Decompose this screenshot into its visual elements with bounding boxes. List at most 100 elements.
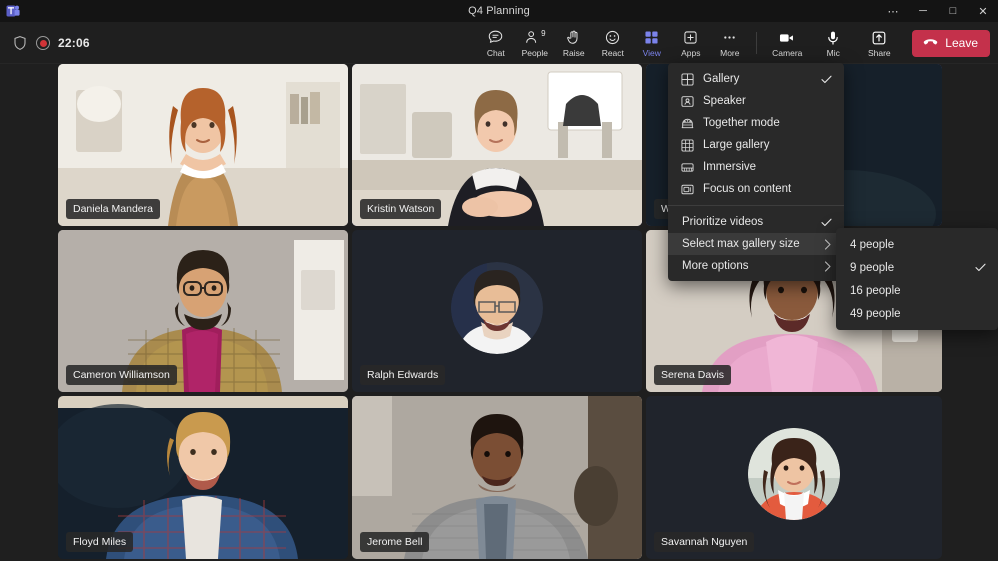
people-button[interactable]: 9 People <box>515 23 554 63</box>
participant-tile[interactable]: Floyd Miles <box>58 396 348 559</box>
participant-tile[interactable]: Cameron Williamson <box>58 230 348 392</box>
meeting-timer: 22:06 <box>58 36 90 50</box>
participant-tile[interactable]: Jerome Bell <box>352 396 642 559</box>
people-count-badge: 9 <box>541 29 545 38</box>
menu-item-together-mode[interactable]: Together mode <box>668 112 844 134</box>
avatar <box>451 262 543 354</box>
chat-button[interactable]: Chat <box>476 23 515 63</box>
participant-name: Serena Davis <box>654 365 731 385</box>
apps-label: Apps <box>681 48 700 58</box>
immersive-icon <box>680 160 694 174</box>
meeting-status-group: 22:06 <box>12 22 90 64</box>
raise-hand-icon <box>565 28 582 47</box>
view-label: View <box>643 48 661 58</box>
react-smiley-icon <box>604 28 621 47</box>
react-button[interactable]: React <box>593 23 632 63</box>
close-button[interactable]: ✕ <box>968 0 998 22</box>
participant-tile[interactable]: Daniela Mandera <box>58 64 348 226</box>
more-ellipsis-icon <box>721 28 738 47</box>
raise-hand-button[interactable]: Raise <box>554 23 593 63</box>
participant-name: Kristin Watson <box>360 199 441 219</box>
titlebar-more-button[interactable]: ⋯ <box>878 0 908 22</box>
window-controls: ⋯ ─ □ ✕ <box>878 0 998 22</box>
menu-label: More options <box>682 260 814 272</box>
menu-label: Prioritize videos <box>682 216 811 228</box>
together-mode-icon <box>680 116 694 130</box>
mic-label: Mic <box>827 48 840 58</box>
teams-meeting-window: Q4 Planning ⋯ ─ □ ✕ 22:06 <box>0 0 998 561</box>
gallery-grid-icon <box>680 72 694 86</box>
participant-name: Daniela Mandera <box>66 199 160 219</box>
participant-name: Floyd Miles <box>66 532 133 552</box>
menu-divider <box>668 205 844 206</box>
check-icon <box>820 75 833 84</box>
menu-label: Select max gallery size <box>682 238 814 250</box>
more-label: More <box>720 48 739 58</box>
submenu-label: 9 people <box>850 262 965 274</box>
people-label: People <box>522 48 548 58</box>
view-dropdown-menu: Gallery Speaker <box>668 63 844 281</box>
avatar <box>748 428 840 520</box>
meeting-action-bar: 22:06 Chat <box>0 22 998 64</box>
camera-button[interactable]: Camera <box>764 23 810 63</box>
check-icon <box>974 263 987 272</box>
menu-item-select-max-gallery-size[interactable]: Select max gallery size <box>668 233 844 255</box>
check-icon <box>820 218 833 227</box>
title-bar: Q4 Planning ⋯ ─ □ ✕ <box>0 0 998 22</box>
speaker-person-icon <box>680 94 694 108</box>
apps-plus-icon <box>682 28 699 47</box>
menu-item-focus-on-content[interactable]: Focus on content <box>668 178 844 200</box>
people-icon: 9 <box>524 28 545 47</box>
menu-item-prioritize-videos[interactable]: Prioritize videos <box>668 211 844 233</box>
view-button[interactable]: View <box>632 23 671 63</box>
maximize-button[interactable]: □ <box>938 0 968 22</box>
shield-icon <box>12 35 28 51</box>
chat-label: Chat <box>487 48 505 58</box>
menu-item-immersive[interactable]: Immersive <box>668 156 844 178</box>
recording-dot-icon <box>36 36 50 50</box>
menu-label: Immersive <box>703 161 811 173</box>
window-title: Q4 Planning <box>0 5 998 17</box>
focus-content-icon <box>680 182 694 196</box>
submenu-item-4-people[interactable]: 4 people <box>836 233 998 256</box>
large-gallery-icon <box>680 138 694 152</box>
chevron-right-icon <box>823 261 833 272</box>
apps-button[interactable]: Apps <box>671 23 710 63</box>
submenu-label: 16 people <box>850 285 965 297</box>
camera-label: Camera <box>772 48 802 58</box>
chat-icon <box>487 28 504 47</box>
submenu-label: 49 people <box>850 308 965 320</box>
chevron-right-icon <box>823 239 833 250</box>
action-bar-controls: Chat 9 People <box>476 22 990 64</box>
menu-label: Together mode <box>703 117 811 129</box>
participant-tile[interactable]: Savannah Nguyen <box>646 396 942 559</box>
menu-item-large-gallery[interactable]: Large gallery <box>668 134 844 156</box>
participant-name: Jerome Bell <box>360 532 429 552</box>
microphone-icon <box>824 28 842 47</box>
menu-item-more-options[interactable]: More options <box>668 255 844 277</box>
leave-button[interactable]: Leave <box>912 30 990 57</box>
menu-item-gallery[interactable]: Gallery <box>668 68 844 90</box>
raise-label: Raise <box>563 48 585 58</box>
more-button[interactable]: More <box>710 23 749 63</box>
participant-name: Ralph Edwards <box>360 365 445 385</box>
participant-tile[interactable]: Ralph Edwards <box>352 230 642 392</box>
submenu-item-9-people[interactable]: 9 people <box>836 256 998 279</box>
menu-item-speaker[interactable]: Speaker <box>668 90 844 112</box>
participant-name: Cameron Williamson <box>66 365 177 385</box>
menu-label: Large gallery <box>703 139 811 151</box>
max-gallery-size-submenu: 4 people 9 people 16 people 49 people <box>836 228 998 330</box>
share-button[interactable]: Share <box>856 23 902 63</box>
view-grid-icon <box>643 28 660 47</box>
submenu-item-49-people[interactable]: 49 people <box>836 302 998 325</box>
minimize-button[interactable]: ─ <box>908 0 938 22</box>
submenu-item-16-people[interactable]: 16 people <box>836 279 998 302</box>
share-label: Share <box>868 48 891 58</box>
participant-tile[interactable]: Kristin Watson <box>352 64 642 226</box>
camera-icon <box>778 28 796 47</box>
leave-label: Leave <box>945 36 978 50</box>
menu-label: Speaker <box>703 95 811 107</box>
mic-button[interactable]: Mic <box>810 23 856 63</box>
react-label: React <box>602 48 624 58</box>
share-up-arrow-icon <box>870 28 888 47</box>
